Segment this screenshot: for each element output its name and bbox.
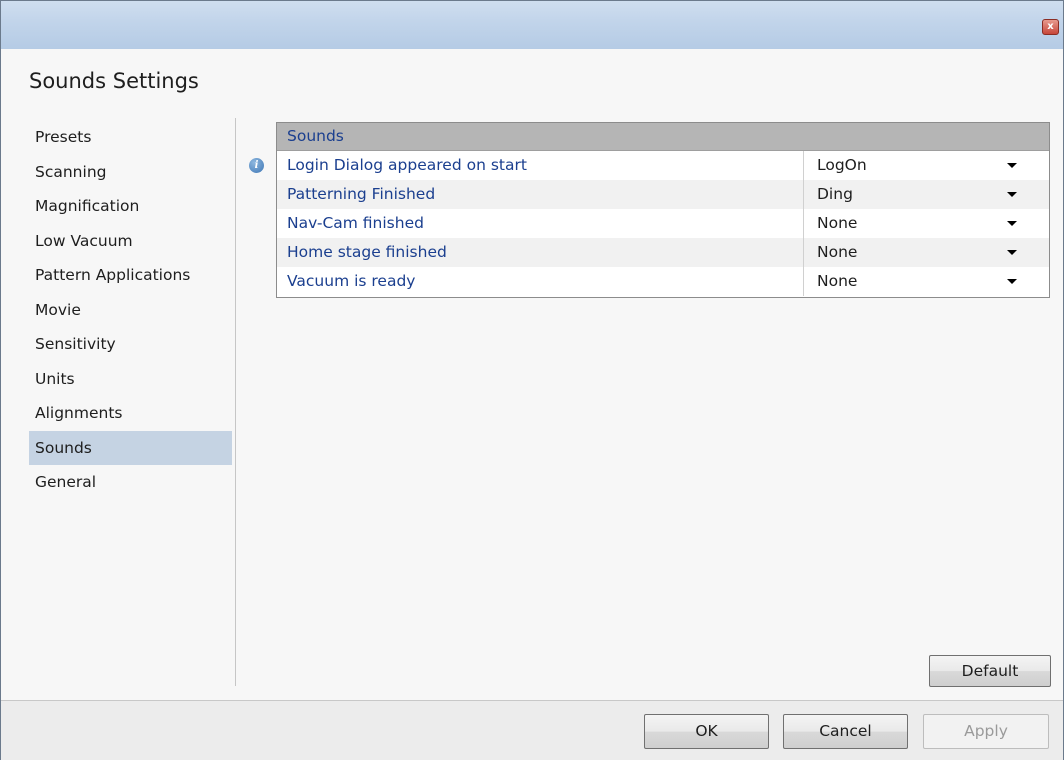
close-icon[interactable]: x: [1042, 19, 1059, 35]
sidebar-item-movie[interactable]: Movie: [29, 293, 232, 328]
table-row: Home stage finished None: [277, 238, 1049, 267]
sidebar-item-magnification[interactable]: Magnification: [29, 189, 232, 224]
settings-window: x Sounds Settings Presets Scanning Magni…: [0, 0, 1064, 760]
grid-header: Sounds: [277, 123, 1049, 151]
table-row: Nav-Cam finished None: [277, 209, 1049, 238]
sidebar-item-scanning[interactable]: Scanning: [29, 155, 232, 190]
cell-divider: [803, 180, 804, 209]
table-row: Vacuum is ready None: [277, 267, 1049, 296]
chevron-down-icon[interactable]: [1007, 192, 1017, 197]
sidebar: Presets Scanning Magnification Low Vacuu…: [29, 120, 232, 500]
sidebar-item-sounds[interactable]: Sounds: [29, 430, 232, 465]
chevron-down-icon[interactable]: [1007, 279, 1017, 284]
cancel-button[interactable]: Cancel: [783, 714, 908, 749]
sidebar-item-low-vacuum[interactable]: Low Vacuum: [29, 224, 232, 259]
sidebar-item-presets[interactable]: Presets: [29, 120, 232, 155]
table-row: Patterning Finished Ding: [277, 180, 1049, 209]
chevron-down-icon[interactable]: [1007, 163, 1017, 168]
sidebar-item-units[interactable]: Units: [29, 362, 232, 397]
sidebar-item-general[interactable]: General: [29, 465, 232, 500]
chevron-down-icon[interactable]: [1007, 250, 1017, 255]
default-button[interactable]: Default: [929, 655, 1051, 687]
sidebar-item-alignments[interactable]: Alignments: [29, 396, 232, 431]
sidebar-item-pattern-applications[interactable]: Pattern Applications: [29, 258, 232, 293]
page-title: Sounds Settings: [29, 69, 199, 93]
cell-divider: [803, 209, 804, 238]
sound-dropdown-value[interactable]: LogOn: [817, 151, 867, 180]
row-label: Vacuum is ready: [287, 272, 416, 290]
apply-button[interactable]: Apply: [923, 714, 1049, 749]
sounds-property-grid: Sounds Login Dialog appeared on start Lo…: [276, 122, 1050, 298]
sound-dropdown-value[interactable]: None: [817, 267, 857, 296]
chevron-down-icon[interactable]: [1007, 221, 1017, 226]
table-row: Login Dialog appeared on start LogOn: [277, 151, 1049, 180]
row-label: Home stage finished: [287, 243, 447, 261]
dialog-footer: OK Cancel Apply: [1, 700, 1063, 760]
sound-dropdown-value[interactable]: None: [817, 238, 857, 267]
cell-divider: [803, 238, 804, 267]
sidebar-item-sensitivity[interactable]: Sensitivity: [29, 327, 232, 362]
sidebar-divider: [235, 118, 236, 686]
sound-dropdown-value[interactable]: None: [817, 209, 857, 238]
cell-divider: [803, 267, 804, 296]
title-bar: x: [1, 1, 1063, 49]
row-label: Nav-Cam finished: [287, 214, 424, 232]
info-icon[interactable]: i: [249, 158, 264, 173]
row-label: Login Dialog appeared on start: [287, 156, 527, 174]
row-label: Patterning Finished: [287, 185, 436, 203]
cell-divider: [803, 151, 804, 180]
sound-dropdown-value[interactable]: Ding: [817, 180, 853, 209]
ok-button[interactable]: OK: [644, 714, 769, 749]
